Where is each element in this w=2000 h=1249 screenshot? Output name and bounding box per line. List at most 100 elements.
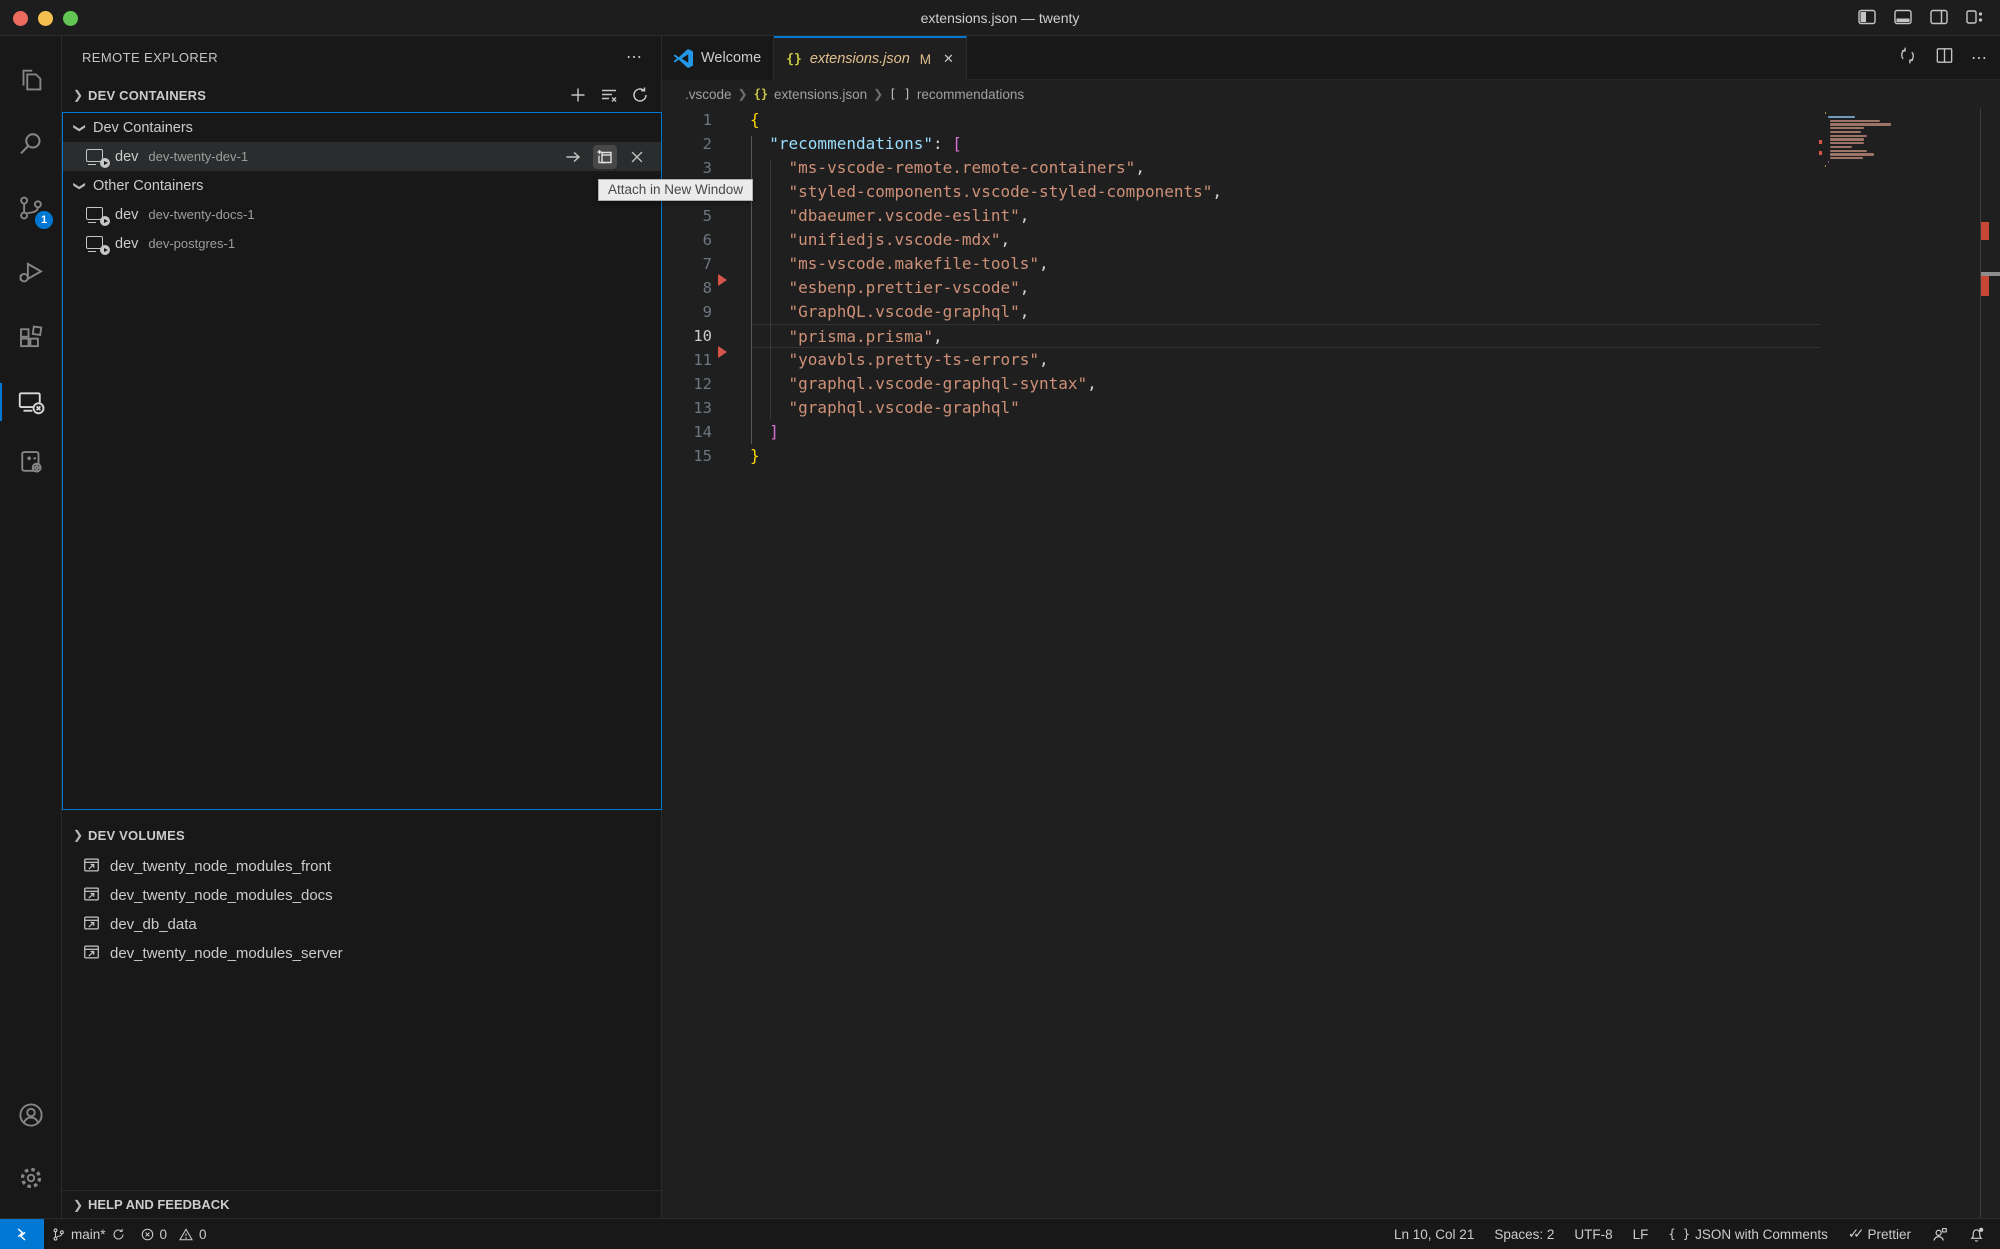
tab-extensions-json[interactable]: {} extensions.json M ✕ (774, 36, 967, 80)
customize-layout-icon[interactable] (1964, 6, 1986, 28)
container-description: dev-postgres-1 (148, 236, 235, 251)
volume-item-dev_twenty_node_modules_server[interactable]: dev_twenty_node_modules_server (62, 939, 662, 968)
language-mode-status[interactable]: { } JSON with Comments (1661, 1219, 1834, 1249)
problems-status[interactable]: 0 0 (133, 1219, 214, 1249)
dev-containers-icon[interactable] (0, 436, 61, 488)
close-window-button[interactable] (13, 11, 28, 26)
code-line-4[interactable]: 4 "styled-components.vscode-styled-compo… (662, 180, 2000, 204)
editor-more-actions-icon[interactable]: ⋯ (1971, 48, 1988, 68)
json-braces-icon: {} (786, 52, 802, 67)
maximize-window-button[interactable] (63, 11, 78, 26)
toggle-secondary-sidebar-icon[interactable] (1928, 6, 1950, 28)
container-item-dev-twenty-docs-1[interactable]: devdev-twenty-docs-1 (63, 200, 661, 229)
toggle-panel-icon[interactable] (1892, 6, 1914, 28)
minimap-deleted-mark (1819, 151, 1822, 155)
code-line-13[interactable]: 13 "graphql.vscode-graphql" (662, 396, 2000, 420)
error-count: 0 (160, 1227, 168, 1242)
editor-group: Welcome {} extensions.json M ✕ ⋯ .vscode… (662, 36, 2000, 1218)
overview-deleted-mark (1981, 276, 1989, 296)
minimize-window-button[interactable] (38, 11, 53, 26)
add-container-icon[interactable] (567, 84, 589, 106)
split-editor-icon[interactable] (1934, 45, 1955, 71)
clear-filter-icon[interactable] (598, 84, 620, 106)
line-number: 8 (662, 276, 712, 300)
dev-volumes-section-label: DEV VOLUMES (88, 828, 652, 843)
tree-group-label: Dev Containers (93, 120, 193, 136)
line-content: "yoavbls.pretty-ts-errors", (750, 348, 2000, 372)
accounts-icon[interactable] (0, 1089, 61, 1141)
run-debug-icon[interactable] (0, 246, 61, 298)
code-line-12[interactable]: 12 "graphql.vscode-graphql-syntax", (662, 372, 2000, 396)
close-tab-icon[interactable]: ✕ (943, 51, 954, 67)
container-name: dev (115, 149, 138, 165)
breadcrumb-file[interactable]: extensions.json (774, 87, 867, 102)
search-icon[interactable] (0, 118, 61, 170)
overview-deleted-mark (1981, 222, 1989, 240)
more-actions-icon[interactable]: ⋯ (626, 47, 643, 67)
line-number: 13 (662, 396, 712, 420)
feedback-icon[interactable] (1924, 1219, 1955, 1249)
titlebar: extensions.json — twenty (0, 0, 2000, 36)
tree-group-dev-containers[interactable]: ❯Dev Containers (63, 113, 661, 142)
notification-bell-icon[interactable] (1961, 1219, 1992, 1249)
volume-item-dev_twenty_node_modules_docs[interactable]: dev_twenty_node_modules_docs (62, 881, 662, 910)
dev-containers-section-header[interactable]: ❯ DEV CONTAINERS (62, 78, 661, 112)
tab-welcome[interactable]: Welcome (662, 36, 774, 80)
symbol-array-icon: [ ] (889, 87, 911, 101)
minimap-line (1828, 161, 1829, 163)
volume-item-dev_db_data[interactable]: dev_db_data (62, 910, 662, 939)
tooltip: Attach in New Window (598, 179, 753, 201)
code-line-6[interactable]: 6 "unifiedjs.vscode-mdx", (662, 228, 2000, 252)
dev-volumes-section-header[interactable]: ❯ DEV VOLUMES (62, 818, 662, 852)
code-line-5[interactable]: 5 "dbaeumer.vscode-eslint", (662, 204, 2000, 228)
code-line-9[interactable]: 9 "GraphQL.vscode-graphql", (662, 300, 2000, 324)
settings-gear-icon[interactable] (0, 1152, 61, 1204)
code-line-10[interactable]: 10 "prisma.prisma", (662, 324, 2000, 348)
git-deleted-marker (718, 346, 727, 358)
code-line-14[interactable]: 14 ] (662, 420, 2000, 444)
breadcrumb-symbol[interactable]: recommendations (917, 87, 1024, 102)
toggle-sidebar-icon[interactable] (1856, 6, 1878, 28)
git-branch-icon (51, 1227, 66, 1242)
indentation-status[interactable]: Spaces: 2 (1487, 1219, 1561, 1249)
code-line-15[interactable]: 15} (662, 444, 2000, 468)
editor-tab-bar: Welcome {} extensions.json M ✕ ⋯ (662, 36, 2000, 80)
vscode-logo-icon (674, 49, 693, 68)
attach-new-window-icon[interactable] (593, 145, 617, 169)
source-control-icon[interactable]: 1 (0, 182, 61, 234)
open-changes-icon[interactable] (1897, 45, 1918, 71)
cursor-position-status[interactable]: Ln 10, Col 21 (1387, 1219, 1481, 1249)
container-icon (86, 148, 108, 166)
eol-status[interactable]: LF (1626, 1219, 1656, 1249)
formatter-status[interactable]: ✓✓ Prettier (1841, 1219, 1918, 1249)
code-line-2[interactable]: 2 "recommendations": [ (662, 132, 2000, 156)
code-line-1[interactable]: 1{ (662, 108, 2000, 132)
help-and-feedback-section[interactable]: ❯ HELP AND FEEDBACK (62, 1190, 662, 1218)
code-line-11[interactable]: 11 "yoavbls.pretty-ts-errors", (662, 348, 2000, 372)
errors-icon (140, 1227, 155, 1242)
code-line-8[interactable]: 8 "esbenp.prettier-vscode", (662, 276, 2000, 300)
line-number: 5 (662, 204, 712, 228)
encoding-status[interactable]: UTF-8 (1567, 1219, 1619, 1249)
extensions-icon[interactable] (0, 312, 61, 364)
container-item-dev-postgres-1[interactable]: devdev-postgres-1 (63, 229, 661, 258)
explorer-icon[interactable] (0, 54, 61, 106)
breadcrumb-folder[interactable]: .vscode (685, 87, 732, 102)
code-editor[interactable]: 1{2 "recommendations": [3 "ms-vscode-rem… (662, 108, 2000, 1218)
container-item-dev-twenty-dev-1[interactable]: devdev-twenty-dev-1 (63, 142, 661, 171)
volume-item-dev_twenty_node_modules_front[interactable]: dev_twenty_node_modules_front (62, 852, 662, 881)
line-number: 7 (662, 252, 712, 276)
refresh-icon[interactable] (629, 84, 651, 106)
code-line-7[interactable]: 7 "ms-vscode.makefile-tools", (662, 252, 2000, 276)
attach-window-icon[interactable] (561, 145, 585, 169)
line-content: "recommendations": [ (750, 132, 2000, 156)
dev-containers-tree: ❯Dev Containersdevdev-twenty-dev-1❯Other… (62, 112, 662, 810)
remote-explorer-icon[interactable] (0, 376, 61, 428)
code-line-3[interactable]: 3 "ms-vscode-remote.remote-containers", (662, 156, 2000, 180)
git-branch-status[interactable]: main* (44, 1219, 133, 1249)
line-content: "prisma.prisma", (750, 324, 1820, 348)
tree-group-other-containers[interactable]: ❯Other Containers (63, 171, 661, 200)
remote-indicator[interactable] (0, 1219, 44, 1249)
stop-container-icon[interactable] (625, 145, 649, 169)
warning-count: 0 (199, 1227, 207, 1242)
